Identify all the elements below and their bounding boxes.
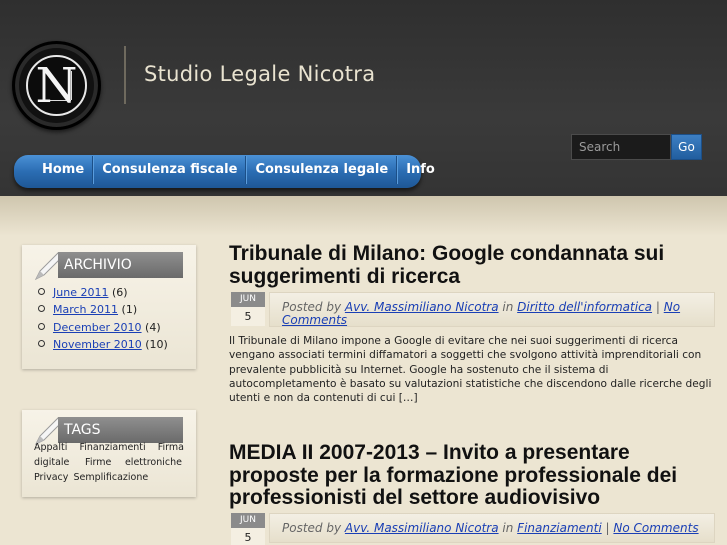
author-link[interactable]: Avv. Massimiliano Nicotra (345, 300, 499, 314)
list-item: December 2010 (4) (38, 319, 168, 336)
comments-link[interactable]: No Comments (613, 521, 698, 535)
archive-link-november-2010[interactable]: November 2010 (53, 338, 142, 351)
title-divider (124, 46, 126, 104)
category-link[interactable]: Diritto dell'informatica (517, 300, 652, 314)
list-item: June 2011 (6) (38, 284, 168, 301)
logo-letter: N (35, 57, 78, 114)
search-input[interactable] (571, 134, 671, 160)
post-meta: Posted by Avv. Massimiliano Nicotra in D… (269, 292, 715, 327)
archive-link-december-2010[interactable]: December 2010 (53, 321, 142, 334)
tag-link[interactable]: Appalti (34, 442, 67, 453)
meta-separator: | (655, 300, 660, 314)
post-title[interactable]: Tribunale di Milano: Google condannata s… (229, 242, 699, 288)
archive-link-june-2011[interactable]: June 2011 (53, 286, 108, 299)
archive-title: ARCHIVIO (58, 252, 183, 278)
search-go-button[interactable]: Go (671, 134, 702, 160)
category-link[interactable]: Finanziamenti (517, 521, 602, 535)
author-link[interactable]: Avv. Massimiliano Nicotra (345, 521, 499, 535)
nav-info[interactable]: Info (397, 156, 443, 184)
post-title[interactable]: MEDIA II 2007-2013 – Invito a presentare… (229, 441, 699, 510)
site-title[interactable]: Studio Legale Nicotra (144, 62, 375, 86)
date-day: 5 (231, 307, 265, 326)
archive-count: (10) (145, 337, 168, 351)
tags-widget: TAGS Appalti Finanziamenti Firma digital… (22, 410, 196, 497)
archive-count: (4) (145, 320, 161, 334)
tag-link[interactable]: Privacy (34, 472, 68, 483)
posted-by-label: Posted by (282, 521, 342, 535)
in-label: in (502, 300, 514, 314)
post-date: JUN 5 (231, 513, 265, 545)
main-nav: Home Consulenza fiscale Consulenza legal… (14, 155, 435, 188)
in-label: in (502, 521, 514, 535)
archive-count: (1) (121, 303, 138, 317)
post-excerpt: Il Tribunale di Milano impone a Google d… (229, 335, 712, 405)
date-day: 5 (231, 528, 265, 545)
post-date: JUN 5 (231, 292, 265, 326)
post-meta: Posted by Avv. Massimiliano Nicotra in F… (269, 513, 715, 543)
nav-consulenza-legale[interactable]: Consulenza legale (246, 156, 398, 184)
logo-ring: N (26, 55, 87, 116)
header-fade (0, 196, 727, 236)
date-month: JUN (231, 292, 265, 307)
archive-widget: ARCHIVIO June 2011 (6) March 2011 (1) De… (22, 245, 196, 369)
tag-cloud: Appalti Finanziamenti Firma digitale Fir… (34, 440, 184, 485)
nav-home[interactable]: Home (34, 156, 94, 184)
meta-separator: | (605, 521, 610, 535)
nav-consulenza-fiscale[interactable]: Consulenza fiscale (93, 156, 247, 184)
archive-list: June 2011 (6) March 2011 (1) December 20… (38, 284, 168, 353)
site-logo[interactable]: N (12, 41, 101, 130)
archive-count: (6) (111, 286, 128, 299)
date-month: JUN (231, 513, 265, 528)
list-item: November 2010 (10) (38, 336, 168, 353)
posted-by-label: Posted by (282, 300, 342, 314)
archive-link-march-2011[interactable]: March 2011 (53, 303, 118, 316)
tag-link[interactable]: Semplificazione (73, 472, 148, 483)
list-item: March 2011 (1) (38, 301, 168, 318)
tag-link[interactable]: Finanziamenti (79, 442, 145, 453)
tag-link[interactable]: Firme elettroniche (85, 457, 182, 468)
